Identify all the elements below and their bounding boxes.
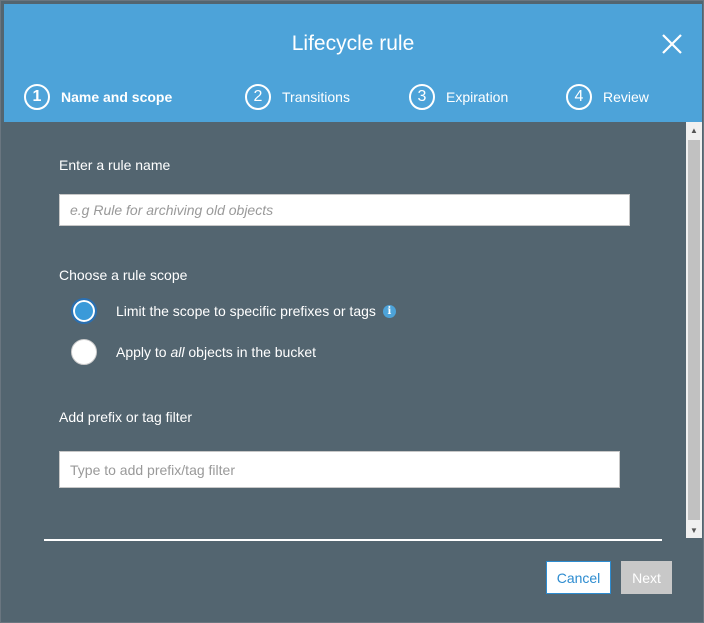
step-number: 3 — [409, 84, 435, 110]
rule-name-input[interactable]: e.g Rule for archiving old objects — [59, 194, 630, 226]
lifecycle-rule-dialog: Lifecycle rule 1 Name and scope 2 Transi… — [0, 0, 704, 623]
scope-all-label-after: objects in the bucket — [184, 344, 317, 360]
step-label: Review — [603, 89, 649, 105]
scroll-thumb[interactable] — [688, 140, 700, 520]
scope-limit-option[interactable]: Limit the scope to specific prefixes or … — [116, 300, 396, 322]
step-review[interactable]: 4 Review — [566, 84, 649, 110]
scroll-down-icon[interactable]: ▼ — [686, 522, 702, 538]
scope-limit-radio[interactable] — [71, 298, 97, 324]
scope-all-label-emphasis: all — [170, 344, 185, 360]
step-expiration[interactable]: 3 Expiration — [409, 84, 508, 110]
step-label: Transitions — [282, 89, 350, 105]
next-button[interactable]: Next — [621, 561, 672, 594]
info-icon[interactable]: i — [382, 304, 396, 318]
cancel-button[interactable]: Cancel — [546, 561, 611, 594]
step-label: Name and scope — [61, 89, 173, 105]
rule-scope-label: Choose a rule scope — [59, 267, 188, 283]
rule-name-label: Enter a rule name — [59, 157, 171, 173]
close-icon — [662, 34, 682, 54]
prefix-tag-filter-input[interactable]: Type to add prefix/tag filter — [59, 451, 620, 488]
dialog-title: Lifecycle rule — [291, 32, 415, 55]
filter-placeholder: Type to add prefix/tag filter — [70, 461, 235, 478]
step-number: 4 — [566, 84, 592, 110]
step-transitions[interactable]: 2 Transitions — [245, 84, 350, 110]
dialog-header: Lifecycle rule 1 Name and scope 2 Transi… — [4, 4, 702, 122]
scope-all-option[interactable]: Apply to all objects in the bucket — [116, 341, 316, 363]
scope-all-radio[interactable] — [71, 339, 97, 365]
step-name-and-scope[interactable]: 1 Name and scope — [24, 84, 172, 110]
dialog-content: Enter a rule name e.g Rule for archiving… — [4, 122, 686, 538]
content-scrollbar[interactable]: ▲ ▼ — [686, 122, 702, 538]
step-number: 1 — [24, 84, 50, 110]
filter-label: Add prefix or tag filter — [59, 409, 193, 425]
rule-name-placeholder: e.g Rule for archiving old objects — [70, 202, 274, 218]
close-button[interactable] — [659, 31, 685, 57]
scope-all-label-before: Apply to — [116, 344, 171, 360]
scroll-up-icon[interactable]: ▲ — [686, 122, 702, 138]
scope-limit-label: Limit the scope to specific prefixes or … — [116, 303, 376, 319]
footer-divider — [44, 539, 662, 541]
step-number: 2 — [245, 84, 271, 110]
step-label: Expiration — [446, 89, 509, 105]
